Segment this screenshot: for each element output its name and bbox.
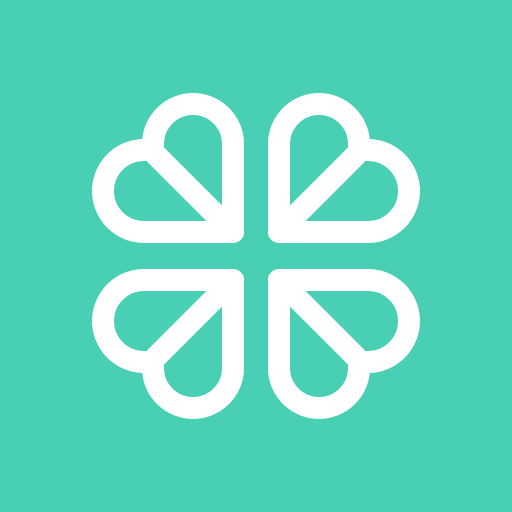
app-icon-background	[0, 0, 512, 512]
clover-leaf-top-right-icon	[268, 93, 420, 243]
clover-leaf-bottom-right-icon	[268, 269, 420, 419]
clover-leaf-top-left-icon	[92, 93, 244, 243]
four-leaf-clover-logo-icon	[92, 93, 420, 419]
clover-leaf-bottom-left-icon	[92, 269, 244, 419]
